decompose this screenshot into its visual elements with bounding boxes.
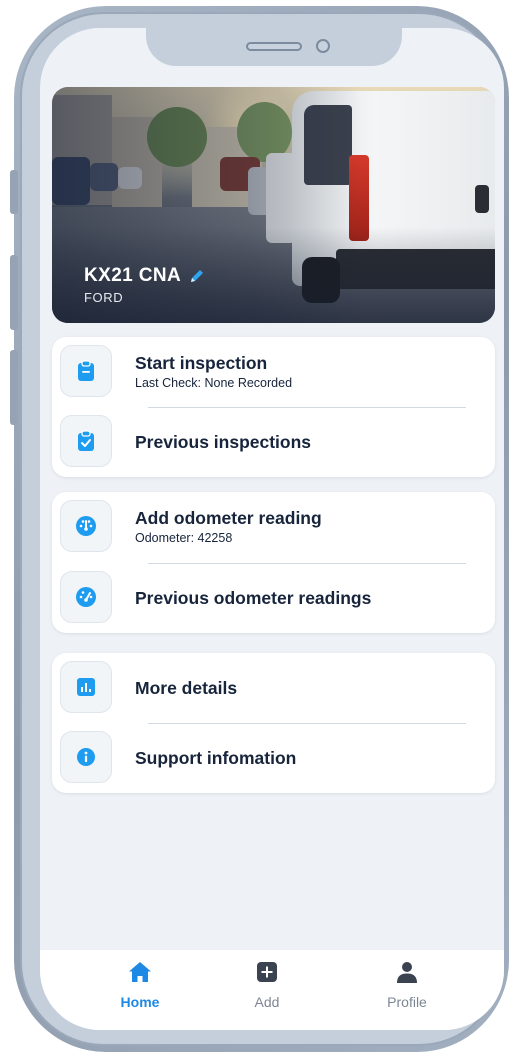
previous-inspections-title: Previous inspections [135,432,312,452]
bottom-nav: Home Add Profile [40,950,504,1030]
vehicle-make: FORD [84,290,124,305]
speaker-grille [246,42,302,51]
odometer-value: Odometer: 42258 [135,531,233,545]
previous-odometer-row[interactable]: Previous odometer readings [52,563,495,633]
support-information-title: Support infomation [135,748,297,768]
start-inspection-title: Start inspection [135,353,268,373]
person-icon [397,962,417,983]
bar-chart-icon [77,678,95,696]
pencil-icon[interactable] [189,268,205,284]
odometer-card: Add odometer reading Odometer: 42258 Pre… [52,492,495,633]
nav-home-label: Home [120,994,160,1010]
previous-inspections-icon-box [60,415,112,467]
gauge-history-icon [76,587,96,607]
nav-add-label: Add [254,994,280,1010]
side-button [10,170,18,214]
nav-profile[interactable]: Profile [362,960,452,1010]
vehicle-registration-row[interactable]: KX21 CNA [84,265,205,287]
info-card: More details Support infomation [52,653,495,793]
volume-up-button [10,255,18,330]
add-odometer-title: Add odometer reading [135,508,322,528]
camera-icon [316,39,330,53]
clipboard-check-icon [78,430,94,451]
nav-profile-label: Profile [387,994,427,1010]
clipboard-icon [78,360,94,381]
support-information-row[interactable]: Support infomation [52,723,495,793]
add-odometer-row[interactable]: Add odometer reading Odometer: 42258 [52,492,495,562]
screen: KX21 CNA FORD Start inspection Last Chec… [40,28,504,1030]
gauge-icon [76,516,96,536]
volume-down-button [10,350,18,425]
inspections-card: Start inspection Last Check: None Record… [52,337,495,477]
vehicle-registration: KX21 CNA [84,265,182,286]
last-check-status: Last Check: None Recorded [135,376,293,390]
info-icon [77,748,95,766]
plus-square-icon [257,962,277,982]
more-details-title: More details [135,678,238,698]
vehicle-hero-card: KX21 CNA FORD [52,87,495,323]
start-inspection-row[interactable]: Start inspection Last Check: None Record… [52,337,495,407]
add-odometer-icon-box [60,500,112,552]
nav-add[interactable]: Add [222,960,312,1010]
nav-home[interactable]: Home [95,960,185,1010]
start-inspection-icon-box [60,345,112,397]
support-information-icon-box [60,731,112,783]
more-details-row[interactable]: More details [52,653,495,723]
notch [146,28,402,66]
home-icon [129,962,151,982]
more-details-icon-box [60,661,112,713]
previous-odometer-title: Previous odometer readings [135,588,372,608]
previous-odometer-icon-box [60,571,112,623]
previous-inspections-row[interactable]: Previous inspections [52,407,495,477]
